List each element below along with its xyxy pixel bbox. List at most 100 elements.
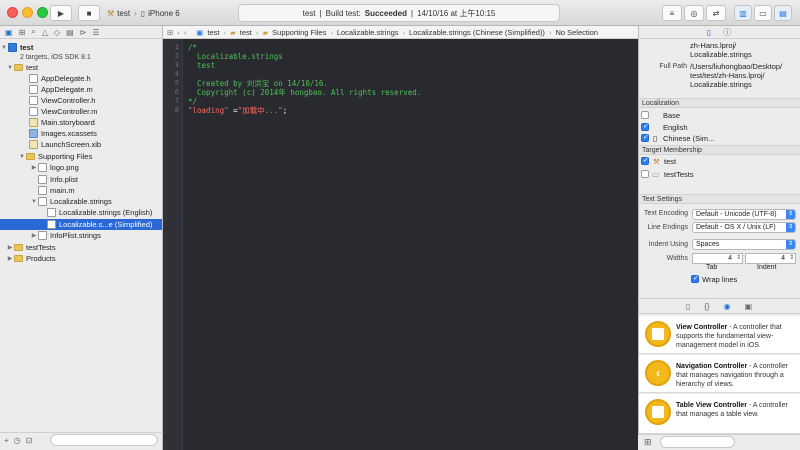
folder-icon (14, 64, 23, 71)
line-endings-select[interactable]: Default - OS X / Unix (LF) ⇕ (692, 222, 796, 233)
report-icon[interactable]: ☰ (92, 28, 99, 37)
jump-bar-segment[interactable]: test (240, 28, 252, 37)
add-icon[interactable]: + (4, 436, 9, 445)
tree-item[interactable]: Main.storyboard (0, 117, 162, 128)
grid-view-icon[interactable]: ⊞ (644, 437, 652, 448)
stepper-icon[interactable]: ⇕ (789, 254, 794, 263)
strings-file-icon: ▯ (653, 134, 658, 143)
code-snippet-icon[interactable]: {} (704, 302, 709, 311)
library-item-navigation-controller[interactable]: ‹ Navigation Controller - A controller t… (639, 355, 800, 393)
clock-icon[interactable]: ◷ (14, 436, 21, 445)
toggle-debug-button[interactable]: ▭ (754, 5, 772, 21)
tree-item-selected[interactable]: Localizable.s...e (Simplified) (0, 219, 162, 230)
tree-item[interactable]: ▶ testTests (0, 242, 162, 253)
jump-bar-segment[interactable]: Supporting Files (272, 28, 326, 37)
localization-checkbox[interactable] (641, 122, 649, 131)
library-item-view-controller[interactable]: View Controller - A controller that supp… (639, 316, 800, 354)
run-button[interactable]: ▶ (50, 5, 72, 21)
close-window-button[interactable] (7, 7, 18, 18)
tree-item[interactable]: ▼ test (0, 62, 162, 73)
indent-width-field[interactable]: 4 ⇕ (745, 253, 796, 264)
debug-icon[interactable]: ▤ (66, 28, 74, 37)
standard-editor-button[interactable]: ≡ (662, 5, 682, 21)
tree-item[interactable]: ▶ logo.png (0, 162, 162, 173)
indent-using-select[interactable]: Spaces ⇕ (692, 239, 796, 250)
navigator-filter-input[interactable] (50, 434, 158, 446)
jump-bar-segment[interactable]: test (207, 28, 219, 37)
version-editor-button[interactable]: ⇄ (706, 5, 726, 21)
string-key: "loading" (188, 106, 229, 115)
disclosure-right-icon[interactable]: ▶ (6, 244, 14, 251)
tree-item[interactable]: Images.xcassets (0, 128, 162, 139)
warning-icon[interactable]: △ (42, 28, 48, 37)
file-inspector-icon[interactable]: ▯ (707, 28, 711, 37)
line-number: 1 (174, 43, 179, 51)
tree-item[interactable]: main.m (0, 185, 162, 196)
tree-item[interactable]: ▶ Products (0, 253, 162, 264)
tree-item[interactable]: AppDelegate.m (0, 84, 162, 95)
tree-item[interactable]: ViewController.m (0, 106, 162, 117)
object-library-icon[interactable]: ◉ (724, 302, 731, 311)
search-icon[interactable]: ⌕ (31, 27, 35, 37)
target-checkbox[interactable] (641, 170, 649, 178)
tree-item-label: main.m (50, 186, 75, 195)
target-checkbox[interactable] (641, 156, 649, 165)
quick-help-icon[interactable]: ⓘ (723, 27, 731, 38)
tree-item[interactable]: LaunchScreen.xib (0, 139, 162, 150)
localization-checkbox[interactable] (641, 111, 649, 119)
file-template-icon[interactable]: ▯ (686, 302, 690, 311)
toggle-utilities-button[interactable]: ▤ (774, 5, 792, 21)
disclosure-down-icon[interactable]: ▼ (6, 65, 14, 71)
disclosure-down-icon[interactable]: ▼ (18, 154, 26, 160)
navigation-controller-icon: ‹ (645, 360, 671, 386)
library-item-table-view-controller[interactable]: Table View Controller - A controller tha… (639, 394, 800, 434)
wrap-lines-checkbox[interactable] (691, 274, 699, 283)
back-icon[interactable]: ‹ (177, 28, 180, 37)
tree-item[interactable]: Localizable.strings (English) (0, 207, 162, 218)
jump-bar-segment[interactable]: No Selection (555, 28, 598, 37)
test-icon[interactable]: ◇ (54, 28, 60, 37)
text-encoding-label: Text Encoding (644, 210, 688, 217)
disclosure-right-icon[interactable]: ▶ (6, 255, 14, 262)
zoom-window-button[interactable] (37, 7, 48, 18)
project-icon (8, 43, 17, 52)
tab-width-field[interactable]: 4 ⇕ (692, 253, 743, 264)
localization-checkbox[interactable] (641, 133, 649, 142)
forward-icon[interactable]: › (184, 28, 187, 37)
tree-item-label: Supporting Files (38, 152, 93, 161)
folder-icon[interactable]: ▣ (5, 28, 13, 37)
tree-item[interactable]: ViewController.h (0, 95, 162, 106)
text-settings-header: Text Settings (639, 194, 800, 204)
tree-item[interactable]: ▼ Supporting Files (0, 151, 162, 162)
symbol-icon[interactable]: ⊞ (19, 28, 26, 37)
stop-button[interactable]: ■ (78, 5, 100, 21)
source-editor[interactable] (163, 39, 638, 450)
disclosure-right-icon[interactable]: ▶ (30, 164, 38, 171)
toggle-navigator-button[interactable]: ▥ (734, 5, 752, 21)
tree-item[interactable]: Info.plist (0, 174, 162, 185)
stepper-icon[interactable]: ⇕ (736, 254, 741, 263)
tree-item[interactable]: ▶ InfoPlist.strings (0, 230, 162, 241)
scm-icon[interactable]: ⊡ (26, 436, 33, 445)
path-line: Localizable.strings (690, 50, 752, 59)
tree-item-label: Localizable.strings (English) (59, 208, 153, 217)
library-filter-input[interactable] (660, 436, 735, 448)
disclosure-down-icon[interactable]: ▼ (30, 199, 38, 205)
target-label: testTests (664, 170, 694, 179)
media-library-icon[interactable]: ▣ (745, 302, 753, 311)
library-item-title: View Controller (676, 324, 728, 331)
jump-bar-segment[interactable]: Localizable.strings (337, 28, 399, 37)
tree-item[interactable]: AppDelegate.h (0, 73, 162, 84)
scheme-selector[interactable]: ⚒ test › ▯ iPhone 6 (107, 5, 180, 21)
text-encoding-select[interactable]: Default - Unicode (UTF-8) ⇕ (692, 209, 796, 220)
assistant-editor-button[interactable]: ◎ (684, 5, 704, 21)
jump-bar-segment[interactable]: Localizable.strings (Chinese (Simplified… (409, 28, 545, 37)
tree-item[interactable]: ▼ Localizable.strings (0, 196, 162, 207)
chevron-updown-icon: ⇕ (786, 240, 795, 249)
breakpoint-icon[interactable]: ⊳ (80, 28, 87, 37)
related-items-icon[interactable]: ⊞ (167, 28, 173, 37)
minimize-window-button[interactable] (22, 7, 33, 18)
disclosure-right-icon[interactable]: ▶ (30, 232, 38, 239)
disclosure-down-icon[interactable]: ▼ (0, 45, 8, 51)
activity-separator: | (411, 8, 414, 18)
